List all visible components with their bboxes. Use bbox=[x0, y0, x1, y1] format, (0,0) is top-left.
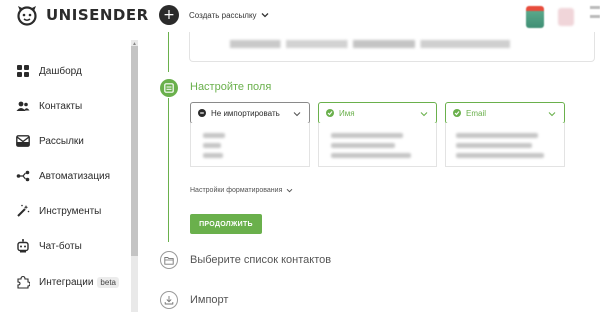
robot-icon bbox=[16, 239, 30, 253]
column-preview bbox=[445, 123, 565, 167]
continue-button[interactable]: ПРОДОЛЖИТЬ bbox=[190, 214, 262, 234]
redacted-text bbox=[230, 40, 510, 48]
format-settings-label: Настройки форматирования bbox=[190, 187, 283, 194]
sidebar-item-contacts[interactable]: Контакты bbox=[16, 96, 82, 116]
column-select-email[interactable]: Email bbox=[445, 102, 565, 124]
redacted-text bbox=[456, 153, 544, 158]
sidebar-item-label: Контакты bbox=[39, 100, 83, 112]
column-select-skip[interactable]: Не импортировать bbox=[190, 102, 310, 124]
chevron-down-icon bbox=[287, 188, 293, 193]
sidebar: ▲ Дашборд Контакты Рассылки Автоматизаци… bbox=[0, 32, 140, 312]
logo-icon bbox=[16, 4, 38, 26]
sidebar-scrollbar[interactable] bbox=[131, 40, 138, 312]
sidebar-item-automation[interactable]: Автоматизация bbox=[16, 166, 110, 186]
sidebar-item-campaigns[interactable]: Рассылки bbox=[16, 131, 84, 151]
step-title-active: Настройте поля bbox=[190, 81, 272, 93]
sidebar-item-integrations[interactable]: Интеграции beta bbox=[16, 272, 119, 292]
timeline-line bbox=[168, 98, 169, 242]
previous-step-card bbox=[189, 32, 595, 62]
automation-icon bbox=[16, 169, 30, 183]
sidebar-item-label: Инструменты bbox=[39, 205, 102, 217]
column-select-label: Email bbox=[466, 108, 487, 118]
chevron-down-icon bbox=[548, 112, 556, 117]
magic-wand-icon bbox=[16, 204, 30, 218]
sidebar-item-label: Дашборд bbox=[39, 65, 82, 77]
redacted-text bbox=[203, 133, 225, 138]
sidebar-item-chatbots[interactable]: Чат-боты bbox=[16, 236, 82, 256]
notification-icon[interactable] bbox=[526, 6, 544, 28]
folder-icon bbox=[160, 251, 178, 269]
puzzle-icon bbox=[16, 275, 30, 289]
beta-badge: beta bbox=[97, 276, 119, 288]
column-select-label: Имя bbox=[339, 108, 355, 118]
sidebar-item-dashboard[interactable]: Дашборд bbox=[16, 61, 82, 81]
top-bar: UNISENDER + Создать рассылку bbox=[0, 0, 600, 32]
create-campaign-button[interactable]: + Создать рассылку bbox=[159, 5, 269, 25]
avatar[interactable] bbox=[558, 8, 574, 26]
account-name[interactable] bbox=[590, 6, 600, 24]
step-title-import: Импорт bbox=[190, 294, 229, 306]
format-settings-toggle[interactable]: Настройки форматирования bbox=[190, 187, 293, 194]
sidebar-item-label: Автоматизация bbox=[39, 170, 111, 182]
column-select-label: Не импортировать bbox=[211, 108, 280, 118]
chevron-down-icon bbox=[420, 112, 428, 117]
column-preview bbox=[190, 123, 310, 167]
redacted-text bbox=[331, 143, 395, 148]
column-select-name[interactable]: Имя bbox=[318, 102, 437, 124]
column-preview bbox=[318, 123, 437, 167]
sidebar-item-label: Чат-боты bbox=[39, 240, 82, 252]
import-wizard: Настройте поля Не импортировать Имя Emai… bbox=[140, 32, 600, 312]
redacted-text bbox=[203, 143, 221, 148]
minus-icon bbox=[198, 109, 206, 117]
scroll-up-arrow-icon[interactable]: ▲ bbox=[132, 41, 137, 47]
check-icon bbox=[326, 109, 334, 117]
sidebar-scrollbar-thumb[interactable] bbox=[131, 46, 138, 256]
sidebar-item-label: Интеграции bbox=[39, 276, 94, 288]
check-icon bbox=[453, 109, 461, 117]
redacted-text bbox=[456, 133, 538, 138]
plus-icon: + bbox=[159, 5, 179, 25]
list-icon bbox=[160, 79, 178, 97]
logo[interactable]: UNISENDER bbox=[16, 4, 149, 26]
sidebar-item-label: Рассылки bbox=[39, 135, 84, 147]
redacted-text bbox=[331, 133, 403, 138]
chevron-down-icon bbox=[293, 112, 301, 117]
sidebar-item-tools[interactable]: Инструменты bbox=[16, 201, 101, 221]
redacted-text bbox=[331, 153, 411, 158]
redacted-text bbox=[456, 143, 532, 148]
logo-text: UNISENDER bbox=[46, 6, 149, 24]
envelope-icon bbox=[16, 134, 30, 148]
grid-icon bbox=[16, 64, 30, 78]
step-title-select-list: Выберите список контактов bbox=[190, 254, 332, 266]
redacted-text bbox=[203, 153, 223, 158]
create-campaign-label: Создать рассылку bbox=[189, 10, 257, 20]
download-icon bbox=[160, 291, 178, 309]
chevron-down-icon bbox=[261, 13, 268, 18]
timeline-line bbox=[168, 32, 169, 72]
account-area bbox=[524, 2, 600, 30]
people-icon bbox=[16, 99, 30, 113]
